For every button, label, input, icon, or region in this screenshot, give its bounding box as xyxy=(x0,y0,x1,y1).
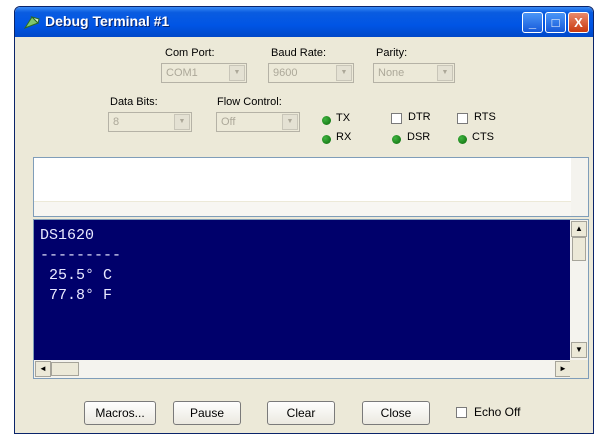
com-port-label: Com Port: xyxy=(165,47,215,59)
chevron-down-icon: ▼ xyxy=(437,65,453,81)
horizontal-scroll-thumb[interactable] xyxy=(51,362,79,376)
rts-checkbox[interactable] xyxy=(457,113,468,124)
tx-led-icon xyxy=(322,116,331,125)
com-port-value: COM1 xyxy=(166,67,198,79)
maximize-button[interactable]: □ xyxy=(545,12,566,33)
cts-label: CTS xyxy=(472,131,494,143)
data-bits-select[interactable]: 8 ▼ xyxy=(108,112,192,132)
terminal-output: DS1620 --------- 25.5° C 77.8° F xyxy=(40,227,122,304)
dtr-label: DTR xyxy=(408,111,431,123)
scroll-right-button[interactable]: ► xyxy=(555,361,571,377)
baud-rate-label: Baud Rate: xyxy=(271,47,327,59)
data-bits-value: 8 xyxy=(113,116,120,128)
scrollbar-corner xyxy=(570,360,588,378)
cts-led-icon xyxy=(458,135,467,144)
baud-rate-value: 9600 xyxy=(273,67,298,79)
chevron-down-icon: ▼ xyxy=(174,114,190,130)
scroll-up-button[interactable]: ▲ xyxy=(571,221,587,237)
vertical-scroll-thumb[interactable] xyxy=(572,237,586,261)
parity-value: None xyxy=(378,67,405,79)
tx-label: TX xyxy=(336,112,351,124)
rx-label: RX xyxy=(336,131,352,143)
transmit-input-area[interactable] xyxy=(33,157,589,217)
parity-select[interactable]: None ▼ xyxy=(373,63,455,83)
com-port-select[interactable]: COM1 ▼ xyxy=(161,63,247,83)
terminal-vertical-scrollbar[interactable]: ▲ ▼ xyxy=(570,220,588,360)
terminal-app-icon xyxy=(23,15,40,30)
parity-label: Parity: xyxy=(376,47,408,59)
flow-control-value: Off xyxy=(221,116,236,128)
dsr-label: DSR xyxy=(407,131,431,143)
pause-button[interactable]: Pause xyxy=(173,401,241,425)
close-icon: X xyxy=(574,15,583,30)
macros-button[interactable]: Macros... xyxy=(84,401,156,425)
debug-terminal-window: Debug Terminal #1 _ □ X Com Port: COM1 ▼… xyxy=(14,6,594,434)
flow-control-label: Flow Control: xyxy=(217,96,282,108)
window-title: Debug Terminal #1 xyxy=(45,13,170,29)
scroll-left-button[interactable]: ◄ xyxy=(35,361,51,377)
flow-control-select[interactable]: Off ▼ xyxy=(216,112,300,132)
terminal-horizontal-scrollbar[interactable]: ◄ ► xyxy=(34,360,572,378)
baud-rate-select[interactable]: 9600 ▼ xyxy=(268,63,354,83)
close-window-button[interactable]: X xyxy=(568,12,589,33)
transmit-vertical-scrollbar[interactable] xyxy=(571,158,588,216)
maximize-icon: □ xyxy=(551,15,560,30)
chevron-down-icon: ▼ xyxy=(229,65,245,81)
echo-off-checkbox[interactable] xyxy=(456,407,467,418)
chevron-down-icon: ▼ xyxy=(336,65,352,81)
transmit-horizontal-scrollbar[interactable] xyxy=(34,201,571,216)
close-button[interactable]: Close xyxy=(362,401,430,425)
echo-off-label: Echo Off xyxy=(474,405,521,419)
dsr-led-icon xyxy=(392,135,401,144)
minimize-button[interactable]: _ xyxy=(522,12,543,33)
clear-button[interactable]: Clear xyxy=(267,401,335,425)
rts-label: RTS xyxy=(474,111,496,123)
minimize-icon: _ xyxy=(528,15,537,30)
rx-led-icon xyxy=(322,135,331,144)
receive-terminal[interactable]: DS1620 --------- 25.5° C 77.8° F ▲ ▼ ◄ ► xyxy=(33,219,589,379)
title-bar[interactable]: Debug Terminal #1 _ □ X xyxy=(15,7,593,37)
dtr-checkbox[interactable] xyxy=(391,113,402,124)
scroll-down-button[interactable]: ▼ xyxy=(571,342,587,358)
data-bits-label: Data Bits: xyxy=(110,96,158,108)
chevron-down-icon: ▼ xyxy=(282,114,298,130)
